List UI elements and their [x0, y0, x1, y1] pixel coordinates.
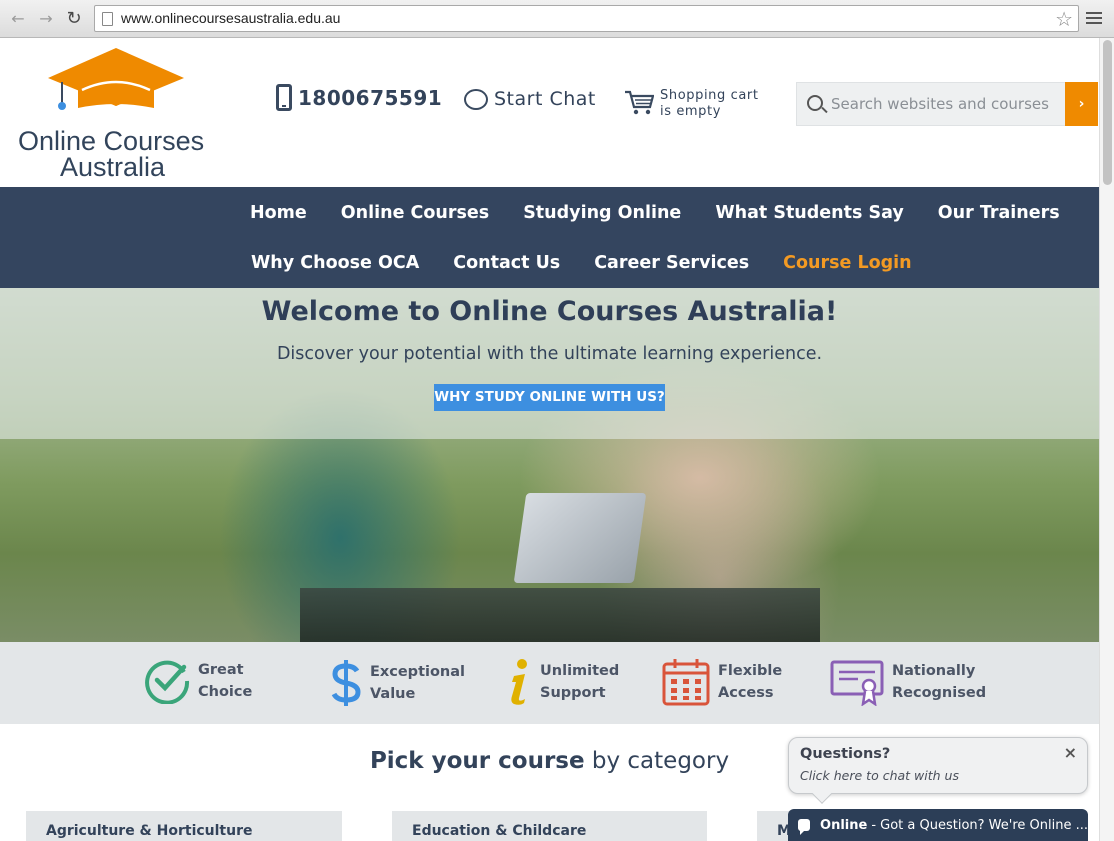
feature-3-line1: Unlimited: [540, 663, 620, 679]
dollar-icon: [331, 660, 361, 706]
feature-4-line2: Access: [718, 685, 774, 701]
cart-icon: [625, 90, 654, 115]
info-icon: [511, 659, 527, 705]
pick-course-rest: by category: [584, 748, 730, 774]
forward-icon[interactable]: →: [36, 9, 56, 29]
category-title[interactable]: Agriculture & Horticulture: [46, 823, 253, 839]
hero-title: Welcome to Online Courses Australia!: [261, 296, 838, 327]
feature-3-line2: Support: [540, 685, 606, 701]
chat-status: Online: [820, 817, 868, 833]
check-circle-icon: [145, 660, 190, 704]
page-icon: [102, 12, 113, 26]
start-chat-link[interactable]: Start Chat: [464, 88, 596, 110]
nav-home[interactable]: Home: [250, 203, 307, 223]
features-strip: Great Choice Exceptional Value Unlimited…: [0, 642, 1099, 724]
feature-5-line1: Nationally: [892, 663, 976, 679]
nav-studying-online[interactable]: Studying Online: [523, 203, 681, 223]
feature-great-choice[interactable]: Great Choice: [144, 658, 252, 704]
feature-unlimited-support[interactable]: Unlimited Support: [508, 658, 619, 706]
phone-icon: [276, 84, 292, 111]
feature-1-line1: Great: [198, 662, 244, 678]
pick-course-bold: Pick your course: [369, 748, 585, 774]
address-bar[interactable]: www.onlinecoursesaustralia.edu.au ☆: [94, 5, 1079, 32]
hero-subtitle: Discover your potential with the ultimat…: [276, 344, 823, 364]
hero-photo-laptop: [513, 493, 647, 583]
feature-2-line2: Value: [370, 686, 416, 702]
chat-prompt-title: Questions?: [800, 746, 891, 762]
calendar-icon: [662, 659, 710, 706]
chat-bubble-icon: [798, 819, 811, 835]
browser-toolbar: ← → ↻ www.onlinecoursesaustralia.edu.au …: [0, 0, 1114, 38]
hero-banner: Welcome to Online Courses Australia! Dis…: [0, 288, 1099, 642]
phone-link[interactable]: 1800675591: [276, 84, 442, 111]
feature-4-line1: Flexible: [718, 663, 783, 679]
chat-prompt-bubble[interactable]: Questions? Click here to chat with us ×: [788, 737, 1088, 804]
feature-5-line2: Recognised: [892, 685, 987, 701]
nav-why-choose-oca[interactable]: Why Choose OCA: [251, 253, 419, 273]
chat-prompt-subtitle[interactable]: Click here to chat with us: [800, 768, 959, 783]
cart-status-line2: is empty: [660, 104, 722, 119]
cart-status-line1: Shopping cart: [660, 88, 759, 103]
certificate-icon: [830, 660, 884, 706]
main-navigation: Home Online Courses Studying Online What…: [0, 187, 1099, 288]
browser-menu-icon[interactable]: [1086, 9, 1102, 25]
site-search: ›: [796, 82, 1098, 126]
chat-bubble-icon: [464, 88, 488, 110]
logo[interactable]: Online Courses Australia: [18, 48, 218, 182]
search-submit-button[interactable]: ›: [1065, 82, 1098, 126]
site-header: Online Courses Australia 1800675591 Star…: [0, 38, 1099, 187]
phone-number[interactable]: 1800675591: [298, 86, 442, 110]
nav-career-services[interactable]: Career Services: [594, 253, 749, 273]
graduation-cap-icon: [48, 48, 184, 110]
nav-what-students-say[interactable]: What Students Say: [715, 203, 903, 223]
logo-text-line2: Australia: [60, 152, 166, 182]
back-icon[interactable]: ←: [8, 9, 28, 29]
chat-prompt-tail: [812, 784, 832, 804]
start-chat-label[interactable]: Start Chat: [494, 88, 596, 110]
url-text[interactable]: www.onlinecoursesaustralia.edu.au: [121, 10, 340, 26]
close-icon[interactable]: ×: [1064, 743, 1077, 762]
feature-1-line2: Choice: [198, 684, 253, 700]
feature-flexible-access[interactable]: Flexible Access: [662, 658, 782, 706]
why-study-online-button[interactable]: WHY STUDY ONLINE WITH US?: [434, 384, 665, 411]
feature-nationally-recognised[interactable]: Nationally Recognised: [830, 658, 986, 706]
bookmark-star-icon[interactable]: ☆: [1055, 7, 1073, 31]
chat-bar-message[interactable]: - Got a Question? We're Online ...: [871, 818, 1088, 833]
category-card-education[interactable]: Education & Childcare: [392, 811, 707, 841]
nav-course-login[interactable]: Course Login: [783, 253, 912, 273]
nav-contact-us[interactable]: Contact Us: [453, 253, 560, 273]
search-input[interactable]: [831, 83, 1061, 125]
nav-online-courses[interactable]: Online Courses: [341, 203, 489, 223]
chat-bar[interactable]: Online - Got a Question? We're Online ..…: [788, 809, 1088, 841]
feature-exceptional-value[interactable]: Exceptional Value: [330, 658, 465, 708]
nav-our-trainers[interactable]: Our Trainers: [938, 203, 1060, 223]
scrollbar-thumb[interactable]: [1103, 40, 1112, 185]
page-scrollbar[interactable]: [1099, 38, 1114, 841]
search-icon: [807, 95, 823, 111]
hero-photo-table: [300, 588, 820, 642]
category-title[interactable]: Education & Childcare: [412, 823, 586, 839]
category-card-agriculture[interactable]: Agriculture & Horticulture: [26, 811, 342, 841]
shopping-cart[interactable]: Shopping cart is empty: [624, 88, 759, 120]
reload-icon[interactable]: ↻: [64, 9, 84, 29]
feature-2-line1: Exceptional: [370, 664, 466, 680]
